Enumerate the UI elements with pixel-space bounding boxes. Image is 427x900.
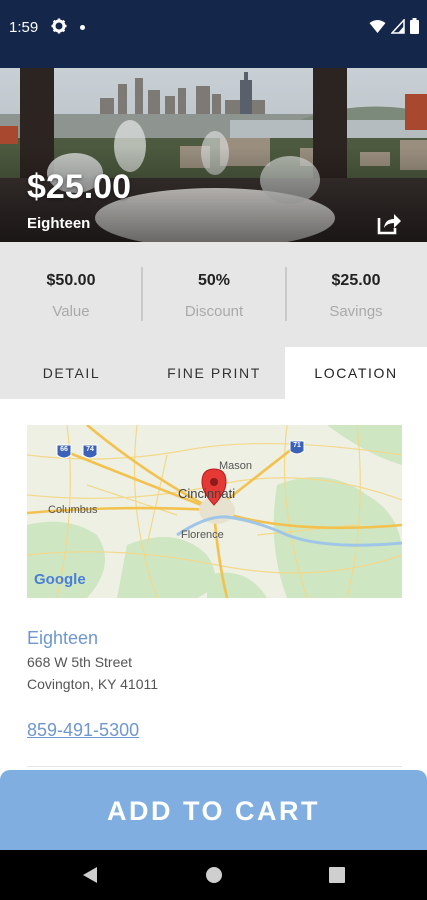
google-logo: Google — [34, 571, 86, 588]
recents-icon[interactable] — [329, 867, 345, 883]
map-shield-74-label: 74 — [86, 446, 94, 453]
stat-value: $50.00 Value — [0, 242, 142, 347]
map-label-mason: Mason — [219, 460, 253, 472]
status-icons — [369, 18, 419, 34]
stat-savings: $25.00 Savings — [285, 242, 427, 347]
location-map[interactable]: 66 74 71 Columbus Cincinnati Mason Flore… — [27, 425, 402, 598]
signal-icon — [391, 18, 405, 34]
battery-icon — [410, 18, 419, 34]
wifi-icon — [369, 19, 386, 33]
deal-merchant-name: Eighteen — [27, 215, 91, 232]
tab-bar: DETAIL FINE PRINT LOCATION — [0, 347, 427, 399]
map-label-columbus: Columbus — [48, 504, 98, 516]
stat-discount-label: Discount — [184, 303, 244, 320]
home-icon[interactable] — [205, 866, 223, 884]
stat-savings-label: Savings — [329, 303, 383, 320]
tab-fine-print[interactable]: FINE PRINT — [143, 347, 285, 399]
location-name[interactable]: Eighteen — [27, 628, 98, 649]
address-line-1: 668 W 5th Street — [27, 654, 133, 670]
gear-icon — [51, 18, 67, 34]
status-time: 1:59 — [9, 19, 39, 36]
tab-detail[interactable]: DETAIL — [0, 347, 143, 399]
notification-dot-icon — [80, 25, 85, 30]
phone-link[interactable]: 859-491-5300 — [27, 720, 139, 741]
map-shield-66-label: 66 — [60, 446, 68, 453]
map-shield-71-label: 71 — [293, 442, 301, 449]
map-label-florence: Florence — [181, 529, 224, 541]
stat-discount-amount: 50% — [197, 272, 231, 289]
tab-location[interactable]: LOCATION — [285, 347, 427, 399]
stat-value-label: Value — [52, 303, 90, 320]
add-to-cart-button[interactable]: ADD TO CART — [0, 770, 427, 850]
status-bar: 1:59 — [0, 0, 427, 68]
system-nav-bar — [0, 850, 427, 900]
share-icon[interactable] — [376, 211, 402, 235]
divider — [27, 766, 402, 767]
deal-stats: $50.00 Value 50% Discount $25.00 Savings — [0, 242, 427, 347]
deal-price: $25.00 — [27, 168, 131, 206]
stat-value-amount: $50.00 — [46, 272, 96, 289]
address-line-2: Covington, KY 41011 — [27, 676, 159, 692]
back-icon[interactable] — [82, 866, 98, 884]
stat-savings-amount: $25.00 — [331, 272, 381, 289]
stat-discount: 50% Discount — [143, 242, 285, 347]
map-label-cincinnati: Cincinnati — [178, 486, 236, 501]
